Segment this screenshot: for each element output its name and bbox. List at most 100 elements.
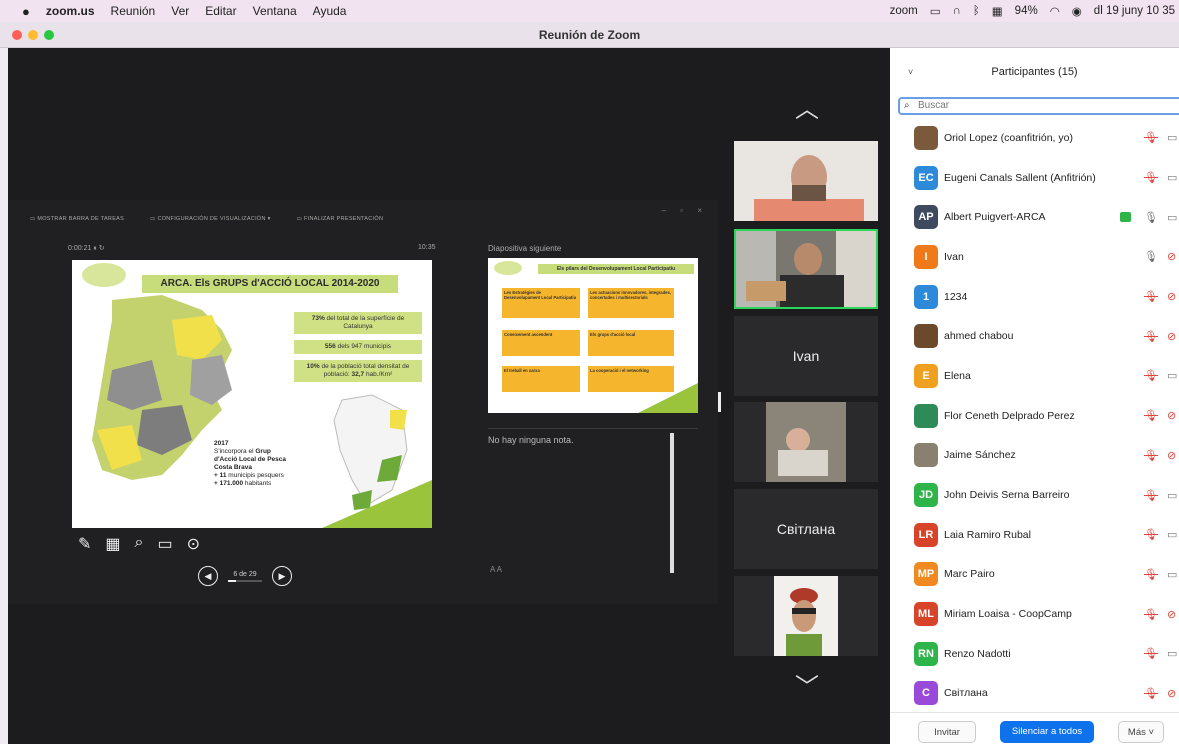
display-settings-button[interactable]: ▭ CONFIGURACIÓN DE VISUALIZACIÓN ▾ (150, 216, 271, 222)
presenter-resize-handle[interactable] (718, 392, 721, 412)
muted-microphone-icon[interactable]: 🎙︎ (1144, 687, 1158, 700)
next-slide-box: Els grups d'acció local (588, 330, 674, 356)
clock-label[interactable]: dl 19 juny 10 35 (1094, 5, 1175, 17)
menu-item-ver[interactable]: Ver (171, 4, 189, 18)
video-tile-active-speaker[interactable] (734, 229, 878, 309)
more-options-icon[interactable]: ⊙ (187, 534, 200, 554)
muted-microphone-icon[interactable]: 🎙︎ (1144, 409, 1158, 422)
participant-row[interactable]: ML Miriam Loaisa - CoopCamp 🎙︎ ⊘ (890, 594, 1179, 634)
pen-icon[interactable]: ✎ (78, 534, 91, 554)
video-off-icon[interactable]: ⊘ (1167, 687, 1176, 700)
search-icon: ⌕ (904, 100, 910, 111)
participant-row[interactable]: ahmed chabou 🎙︎ ⊘ (890, 316, 1179, 356)
video-tile-participant[interactable] (734, 141, 878, 221)
participant-row[interactable]: Oriol Lopez (coanfitrión, yo) 🎙︎ ▭ (890, 118, 1179, 158)
video-off-icon[interactable]: ⊘ (1167, 409, 1176, 422)
menu-item-ayuda[interactable]: Ayuda (313, 4, 347, 18)
participant-row[interactable]: 1 1234 🎙︎ ⊘ (890, 277, 1179, 317)
participant-row[interactable]: Jaime Sánchez 🎙︎ ⊘ (890, 436, 1179, 476)
microphone-icon[interactable]: 🎙︎ (1144, 211, 1158, 224)
muted-microphone-icon[interactable]: 🎙︎ (1144, 489, 1158, 502)
video-tile-svitlana[interactable]: Світлана (734, 489, 878, 569)
next-slide-preview[interactable]: Els pilars del Desenvolupament Local Par… (488, 258, 698, 413)
avatar: RN (914, 641, 938, 666)
muted-microphone-icon[interactable]: 🎙︎ (1144, 449, 1158, 462)
apple-menu-icon[interactable]: ● (22, 4, 30, 19)
mute-all-button[interactable]: Silenciar a todos (1000, 721, 1094, 743)
screen-black-icon[interactable]: ▭ (158, 534, 173, 554)
participant-row[interactable]: RN Renzo Nadotti 🎙︎ ▭ (890, 634, 1179, 674)
video-tile-ivan[interactable]: Ivan (734, 316, 878, 396)
previous-slide-button[interactable]: ◀ (198, 566, 218, 586)
participant-row[interactable]: LR Laia Ramiro Rubal 🎙︎ ▭ (890, 515, 1179, 555)
video-off-icon[interactable]: ⊘ (1167, 608, 1176, 621)
muted-microphone-icon[interactable]: 🎙︎ (1144, 131, 1158, 144)
next-slide-box: Les Estratègies de Desenvolupament Local… (502, 288, 580, 318)
participant-row[interactable]: EC Eugeni Canals Sallent (Anfitrión) 🎙︎ ▭ (890, 158, 1179, 198)
more-options-button[interactable]: Más ˅ (1118, 721, 1164, 743)
next-slide-button[interactable]: ▶ (272, 566, 292, 586)
video-off-icon[interactable]: ⊘ (1167, 250, 1176, 263)
zoom-status-label[interactable]: zoom (890, 5, 918, 17)
muted-microphone-icon[interactable]: 🎙︎ (1144, 330, 1158, 343)
video-off-icon[interactable]: ⊘ (1167, 330, 1176, 343)
show-taskbar-button[interactable]: ▭ MOSTRAR BARRA DE TAREAS (30, 216, 124, 222)
participant-name: Ivan (944, 250, 964, 263)
participant-row[interactable]: I Ivan 🎙︎ ⊘ (890, 237, 1179, 277)
end-presentation-button[interactable]: ▭ FINALIZAR PRESENTACIÓN (297, 216, 384, 222)
participant-row[interactable]: Flor Ceneth Delprado Perez 🎙︎ ⊘ (890, 396, 1179, 436)
microphone-icon[interactable]: 🎙︎ (1144, 250, 1158, 263)
camera-icon[interactable]: ▭ (1167, 171, 1177, 184)
video-off-icon[interactable]: ⊘ (1167, 290, 1176, 303)
muted-microphone-icon[interactable]: 🎙︎ (1144, 290, 1158, 303)
camera-icon[interactable]: ▭ (1167, 131, 1177, 144)
calendar-icon[interactable]: ▦ (992, 4, 1003, 18)
participant-row[interactable]: C Світлана 🎙︎ ⊘ (890, 674, 1179, 714)
video-tile-baby[interactable] (734, 402, 878, 482)
muted-microphone-icon[interactable]: 🎙︎ (1144, 568, 1158, 581)
grid-view-icon[interactable]: ▦ (105, 534, 120, 554)
screen-icon[interactable]: ▭ (930, 4, 941, 18)
user-icon[interactable]: ◉ (1072, 4, 1082, 18)
muted-microphone-icon[interactable]: 🎙︎ (1144, 528, 1158, 541)
battery-percent[interactable]: 94% (1015, 5, 1038, 17)
muted-microphone-icon[interactable]: 🎙︎ (1144, 608, 1158, 621)
scroll-down-icon[interactable]: ﹀ (790, 676, 824, 700)
muted-microphone-icon[interactable]: 🎙︎ (1144, 171, 1158, 184)
muted-microphone-icon[interactable]: 🎙︎ (1144, 369, 1158, 382)
participants-footer: Invitar Silenciar a todos Más ˅ (890, 712, 1179, 744)
slide-page-indicator: 6 de 29 (228, 571, 262, 582)
presentation-clock: 10:35 (418, 244, 436, 251)
camera-icon[interactable]: ▭ (1167, 489, 1177, 502)
camera-icon[interactable]: ▭ (1167, 211, 1177, 224)
video-tile-sunglasses[interactable] (734, 576, 878, 656)
wifi-icon[interactable]: ◠ (1050, 4, 1060, 18)
menu-item-ventana[interactable]: Ventana (253, 4, 297, 18)
menu-item-editar[interactable]: Editar (205, 4, 236, 18)
participant-row[interactable]: E Elena 🎙︎ ▭ (890, 356, 1179, 396)
notes-scrollbar[interactable] (670, 433, 674, 573)
bluetooth-icon[interactable]: ᛒ (973, 5, 980, 17)
video-off-icon[interactable]: ⊘ (1167, 449, 1176, 462)
camera-icon[interactable]: ▭ (1167, 568, 1177, 581)
zoom-magnifier-icon[interactable]: ⌕ (135, 534, 144, 554)
slide-navigation: ◀ 6 de 29 ▶ (198, 566, 292, 586)
presenter-window-controls[interactable]: – ▫ × (662, 206, 708, 215)
invite-button[interactable]: Invitar (918, 721, 976, 743)
participant-row[interactable]: AP Albert Puigvert-ARCA 🎙︎ ▭ (890, 197, 1179, 237)
camera-icon[interactable]: ▭ (1167, 528, 1177, 541)
camera-icon[interactable]: ▭ (1167, 647, 1177, 660)
notes-font-size-buttons[interactable]: A A (490, 565, 502, 574)
scroll-up-icon[interactable]: ︿ (790, 98, 824, 122)
participant-row[interactable]: JD John Deivis Serna Barreiro 🎙︎ ▭ (890, 475, 1179, 515)
menu-bar: ● zoom.us Reunión Ver Editar Ventana Ayu… (0, 0, 1179, 22)
menu-app-name[interactable]: zoom.us (46, 4, 95, 18)
participant-search-input[interactable]: ⌕ Buscar (898, 97, 1179, 115)
headphones-icon[interactable]: ∩ (953, 5, 961, 17)
menu-item-reunion[interactable]: Reunión (111, 4, 156, 18)
camera-icon[interactable]: ▭ (1167, 369, 1177, 382)
speaker-notes-area[interactable]: No hay ninguna nota. A A (488, 428, 698, 578)
muted-microphone-icon[interactable]: 🎙︎ (1144, 647, 1158, 660)
participant-row[interactable]: MP Marc Pairo 🎙︎ ▭ (890, 555, 1179, 595)
avatar: C (914, 681, 938, 706)
